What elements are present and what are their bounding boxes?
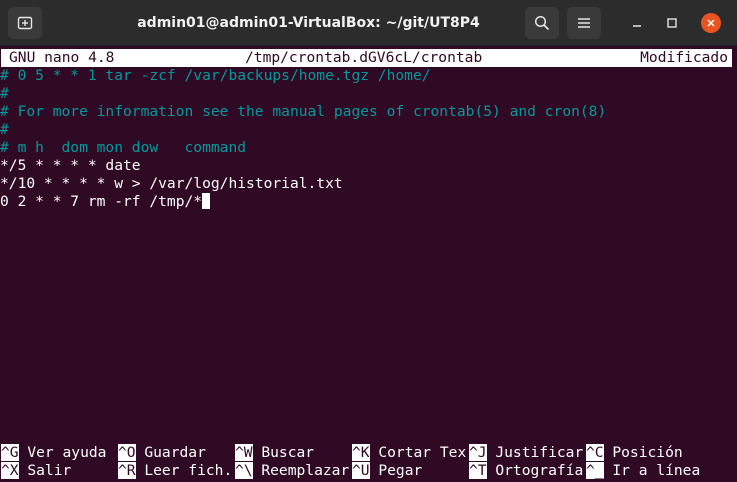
- title-bar: admin01@admin01-VirtualBox: ~/git/UT8P4: [0, 0, 737, 46]
- new-tab-icon: [17, 16, 33, 30]
- shortcut-cut-text: ^K Cortar Tex: [352, 444, 466, 462]
- nano-status-bar: GNU nano 4.8 /tmp/crontab.dGV6cL/crontab…: [1, 49, 732, 67]
- shortcut-replace: ^\ Reemplazar: [235, 462, 349, 480]
- shortcut-where-is: ^W Buscar: [235, 444, 314, 462]
- shortcut-go-to-line: ^_ Ir a línea: [586, 462, 700, 480]
- shortcut-label: Justificar: [486, 444, 584, 461]
- nano-filename: /tmp/crontab.dGV6cL/crontab: [245, 49, 483, 66]
- shortcut-label: Salir: [18, 462, 72, 479]
- maximize-icon: [667, 18, 677, 28]
- nano-version: GNU nano 4.8: [9, 49, 115, 66]
- terminal-area[interactable]: GNU nano 4.8 /tmp/crontab.dGV6cL/crontab…: [0, 47, 737, 482]
- editor-line[interactable]: # For more information see the manual pa…: [0, 103, 606, 121]
- shortcut-key: ^C: [586, 444, 604, 461]
- editor-line[interactable]: # 0 5 * * 1 tar -zcf /var/backups/home.t…: [0, 67, 431, 85]
- shortcut-read-file: ^R Leer fich.: [118, 462, 232, 480]
- shortcut-exit: ^X Salir: [1, 462, 71, 480]
- shortcut-label: Guardar: [135, 444, 206, 461]
- shortcut-key: ^X: [1, 462, 19, 479]
- shortcut-key: ^\: [235, 462, 253, 479]
- close-icon: [707, 19, 715, 27]
- shortcut-justify: ^J Justificar: [469, 444, 583, 462]
- editor-line[interactable]: #: [0, 85, 9, 103]
- editor-line-text: 0 2 * * 7 rm -rf /tmp/*: [0, 193, 203, 210]
- shortcut-key: ^_: [586, 462, 604, 479]
- minimize-icon: [633, 25, 641, 27]
- shortcut-label: Buscar: [252, 444, 315, 461]
- shortcut-key: ^U: [352, 462, 370, 479]
- shortcut-label: Posición: [603, 444, 683, 461]
- nano-modified-state: Modificado: [640, 49, 728, 66]
- editor-line[interactable]: # m h dom mon dow command: [0, 139, 246, 157]
- editor-line-current[interactable]: 0 2 * * 7 rm -rf /tmp/*: [0, 193, 211, 211]
- shortcut-label: Ortografía: [486, 462, 584, 479]
- close-button[interactable]: [699, 11, 723, 35]
- editor-line[interactable]: */5 * * * * date: [0, 157, 141, 175]
- shortcut-write-out: ^O Guardar: [118, 444, 206, 462]
- shortcut-key: ^R: [118, 462, 136, 479]
- new-tab-button[interactable]: [8, 7, 42, 39]
- search-button[interactable]: [525, 7, 559, 39]
- maximize-button[interactable]: [660, 11, 684, 35]
- editor-line[interactable]: #: [0, 121, 9, 139]
- shortcut-spell: ^T Ortografía: [469, 462, 583, 480]
- hamburger-menu-icon: [578, 18, 590, 28]
- shortcut-label: Ver ayuda: [18, 444, 107, 461]
- window-title: admin01@admin01-VirtualBox: ~/git/UT8P4: [137, 15, 480, 31]
- search-icon: [534, 15, 550, 31]
- terminal-window: admin01@admin01-VirtualBox: ~/git/UT8P4: [0, 0, 737, 482]
- text-cursor: [202, 193, 211, 209]
- shortcut-label: Reemplazar: [252, 462, 350, 479]
- editor-line[interactable]: */10 * * * * w > /var/log/historial.txt: [0, 175, 343, 193]
- shortcut-help: ^G Ver ayuda: [1, 444, 106, 462]
- menu-button[interactable]: [567, 7, 601, 39]
- close-button-circle: [701, 13, 721, 33]
- shortcut-label: Ir a línea: [603, 462, 701, 479]
- shortcut-label: Leer fich.: [135, 462, 233, 479]
- shortcut-paste: ^U Pegar: [352, 462, 422, 480]
- shortcut-key: ^J: [469, 444, 487, 461]
- shortcut-key: ^T: [469, 462, 487, 479]
- shortcut-label: Cortar Tex: [369, 444, 467, 461]
- shortcut-label: Pegar: [369, 462, 423, 479]
- minimize-button[interactable]: [625, 11, 649, 35]
- shortcut-cur-pos: ^C Posición: [586, 444, 683, 462]
- shortcut-key: ^O: [118, 444, 136, 461]
- shortcut-key: ^G: [1, 444, 19, 461]
- shortcut-key: ^K: [352, 444, 370, 461]
- shortcut-key: ^W: [235, 444, 253, 461]
